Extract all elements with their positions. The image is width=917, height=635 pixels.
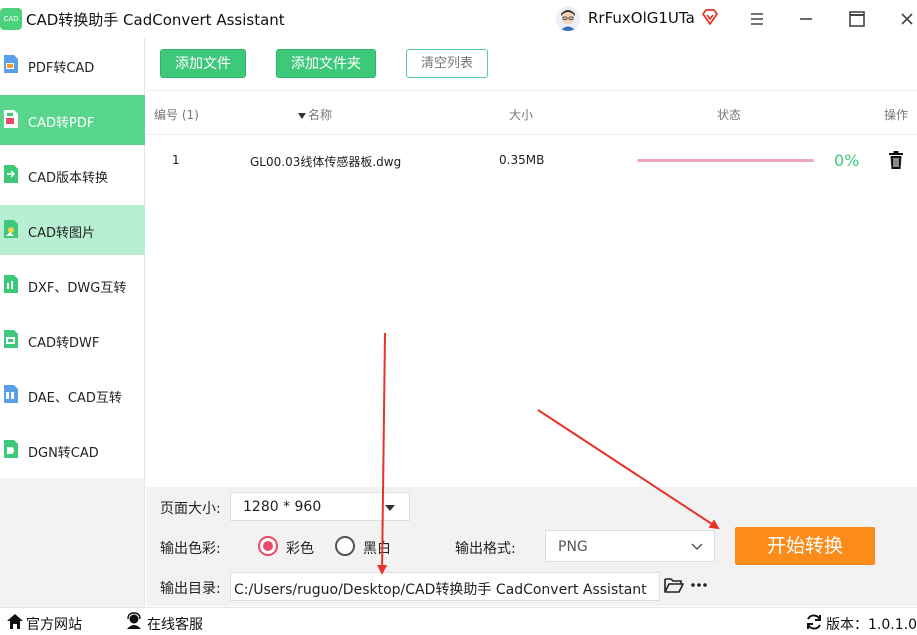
status-bar: 官方网站 在线客服 版本：1.0.1.0 [0, 607, 917, 635]
progress-bar [637, 159, 814, 162]
menu-icon[interactable] [744, 6, 770, 32]
version-label: 版本：1.0.1.0 [826, 617, 917, 633]
trash-icon[interactable] [886, 150, 906, 170]
column-index-header[interactable]: 编号 (1) [154, 106, 199, 123]
chevron-down-icon [691, 543, 703, 551]
sidebar-item-label: CAD转图片 [28, 226, 95, 241]
minimize-icon[interactable] [793, 6, 819, 32]
output-color-label: 输出色彩: [160, 541, 221, 557]
column-name-label: 名称 [308, 108, 333, 122]
row-filename: GL00.03线体传感器板.dwg [250, 155, 402, 169]
sidebar-item-cad-to-pdf[interactable]: CAD转PDF [0, 95, 145, 145]
more-options-icon[interactable] [690, 578, 708, 592]
page-size-value: 1280 * 960 [243, 499, 322, 515]
output-dir-field[interactable]: C:/Users/ruguo/Desktop/CAD转换助手 CadConver… [230, 572, 660, 601]
dxf-dwg-icon [4, 275, 18, 293]
sidebar-item-label: DAE、CAD互转 [28, 391, 122, 406]
user-avatar[interactable] [556, 7, 580, 31]
bw-radio-label[interactable]: 黑白 [363, 538, 391, 558]
progress-percent: 0% [834, 151, 860, 170]
maximize-icon[interactable] [844, 6, 870, 32]
sidebar-item-cad-to-dwf[interactable]: CAD转DWF [0, 315, 145, 365]
username[interactable]: RrFuxOlG1UTa [588, 9, 695, 27]
output-format-value: PNG [558, 539, 588, 555]
sidebar: PDF转CAD CAD转PDF CAD版本转换 CAD转图片 DXF、DWG互转… [0, 38, 145, 478]
refresh-icon[interactable] [805, 613, 823, 631]
home-icon [7, 614, 23, 629]
sidebar-item-label: CAD转PDF [28, 116, 95, 131]
column-action-header: 操作 [884, 108, 909, 122]
close-icon[interactable] [894, 6, 917, 32]
add-folder-button[interactable]: 添加文件夹 [276, 49, 376, 78]
output-dir-label: 输出目录: [160, 581, 221, 597]
sidebar-item-dxf-dwg[interactable]: DXF、DWG互转 [0, 260, 145, 310]
sidebar-footer-area [0, 478, 145, 607]
output-format-label: 输出格式: [455, 541, 516, 557]
cad-version-icon [4, 165, 18, 183]
sidebar-item-label: CAD版本转换 [28, 171, 108, 186]
sidebar-item-label: DGN转CAD [28, 446, 99, 461]
app-title: CAD转换助手 CadConvert Assistant [26, 11, 285, 29]
sidebar-item-dae-cad[interactable]: DAE、CAD互转 [0, 370, 145, 420]
add-file-button[interactable]: 添加文件 [160, 49, 246, 78]
sidebar-item-pdf-to-cad[interactable]: PDF转CAD [0, 40, 145, 90]
sidebar-item-label: PDF转CAD [28, 61, 95, 76]
color-radio[interactable] [258, 536, 278, 556]
folder-open-icon[interactable] [664, 576, 684, 594]
color-radio-label[interactable]: 彩色 [286, 538, 314, 558]
vip-diamond-icon[interactable] [701, 8, 719, 26]
online-support-link[interactable]: 在线客服 [147, 614, 203, 634]
bw-radio[interactable] [335, 536, 355, 556]
column-status-header: 状态 [717, 108, 742, 122]
row-filesize: 0.35MB [499, 153, 545, 167]
sidebar-item-cad-to-image[interactable]: CAD转图片 [0, 205, 145, 255]
output-dir-value: C:/Users/ruguo/Desktop/CAD转换助手 CadConver… [234, 582, 647, 598]
cad-to-dwf-icon [4, 330, 18, 348]
column-size-header[interactable]: 大小 [509, 106, 533, 123]
sidebar-item-label: DXF、DWG互转 [28, 281, 127, 296]
sidebar-item-cad-version[interactable]: CAD版本转换 [0, 150, 145, 200]
cad-to-image-icon [4, 220, 18, 238]
cad-to-pdf-icon [4, 110, 18, 128]
column-name-header[interactable]: 名称 [298, 106, 332, 123]
app-logo-icon: CAD [0, 8, 22, 30]
clear-list-button[interactable]: 清空列表 [406, 49, 488, 78]
sidebar-item-dgn-to-cad[interactable]: DGN转CAD [0, 425, 145, 475]
file-table-header: 编号 (1) 名称 大小 状态 操作 [146, 90, 917, 135]
page-size-label: 页面大小: [160, 501, 221, 517]
sort-caret-icon [298, 112, 306, 119]
caret-down-icon [385, 505, 395, 511]
official-website-link[interactable]: 官方网站 [26, 614, 82, 634]
start-convert-button[interactable]: 开始转换 [735, 527, 875, 565]
dae-cad-icon [4, 385, 18, 403]
customer-service-icon [127, 612, 141, 629]
title-bar: CAD CAD转换助手 CadConvert Assistant RrFuxOl… [0, 0, 917, 38]
page-size-select[interactable]: 1280 * 960 [230, 492, 410, 521]
pdf-to-cad-icon [4, 55, 18, 73]
dgn-to-cad-icon [4, 440, 18, 458]
sidebar-item-label: CAD转DWF [28, 336, 100, 351]
output-format-select[interactable]: PNG [545, 530, 715, 562]
row-index: 1 [172, 153, 180, 167]
